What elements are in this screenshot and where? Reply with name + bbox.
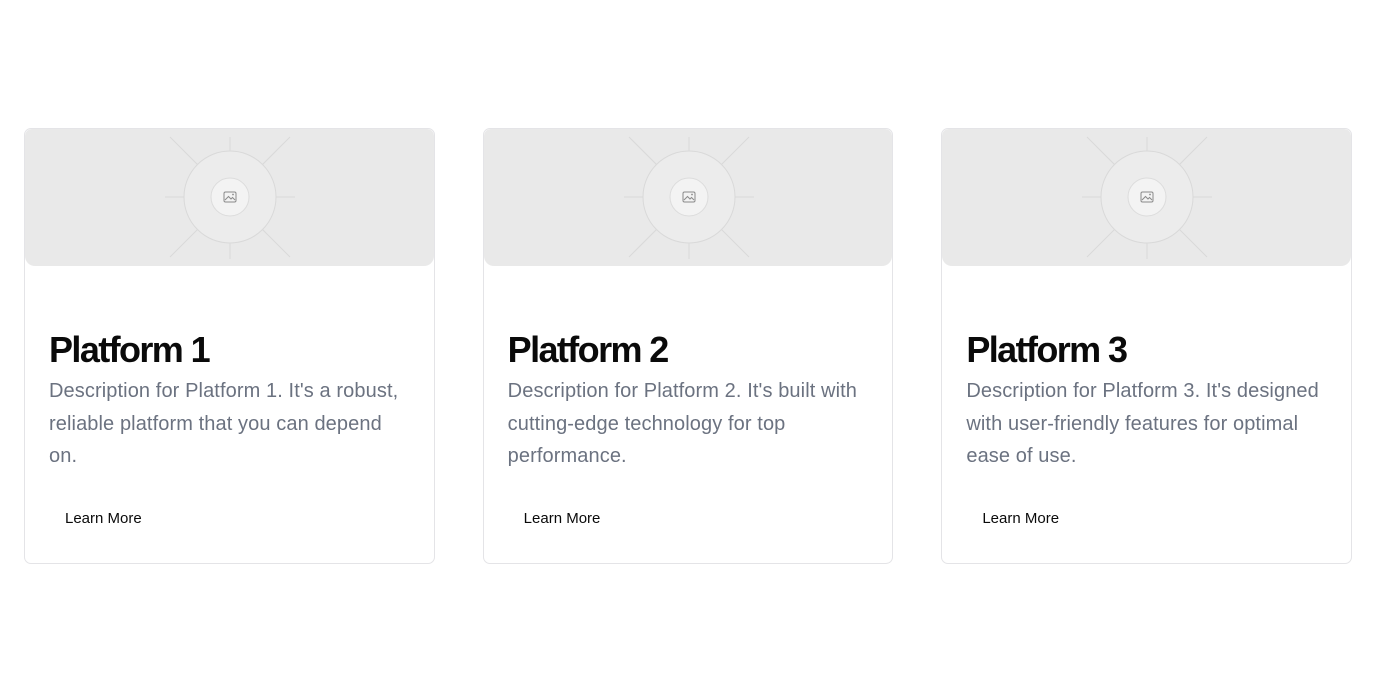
card-title: Platform 3	[966, 329, 1128, 370]
image-placeholder-icon	[165, 136, 295, 259]
platform-cards: Platform 1 Description for Platform 1. I…	[24, 128, 1353, 564]
card-description: Description for Platform 3. It's designe…	[966, 380, 1319, 467]
platform-card: Platform 1 Description for Platform 1. I…	[24, 128, 435, 564]
card-body: Platform 1 Description for Platform 1. I…	[49, 327, 414, 473]
learn-more-button[interactable]: Learn More	[49, 499, 158, 539]
card-description: Description for Platform 1. It's a robus…	[49, 380, 399, 467]
card-title: Platform 1	[49, 329, 211, 370]
image-placeholder-icon	[623, 136, 754, 259]
learn-more-button[interactable]: Learn More	[508, 499, 617, 539]
card-body: Platform 2 Description for Platform 2. I…	[508, 327, 873, 473]
learn-more-button[interactable]: Learn More	[966, 499, 1075, 539]
card-title: Platform 2	[507, 329, 670, 370]
card-body: Platform 3 Description for Platform 3. I…	[966, 327, 1331, 473]
card-image-placeholder	[25, 129, 434, 266]
platform-card: Platform 2 Description for Platform 2. I…	[482, 128, 894, 564]
card-image-placeholder	[483, 129, 893, 266]
image-placeholder-icon	[1082, 136, 1213, 259]
card-image-placeholder	[942, 129, 1352, 266]
platform-card: Platform 3 Description for Platform 3. I…	[941, 128, 1353, 564]
card-description: Description for Platform 2. It's built w…	[507, 380, 858, 467]
